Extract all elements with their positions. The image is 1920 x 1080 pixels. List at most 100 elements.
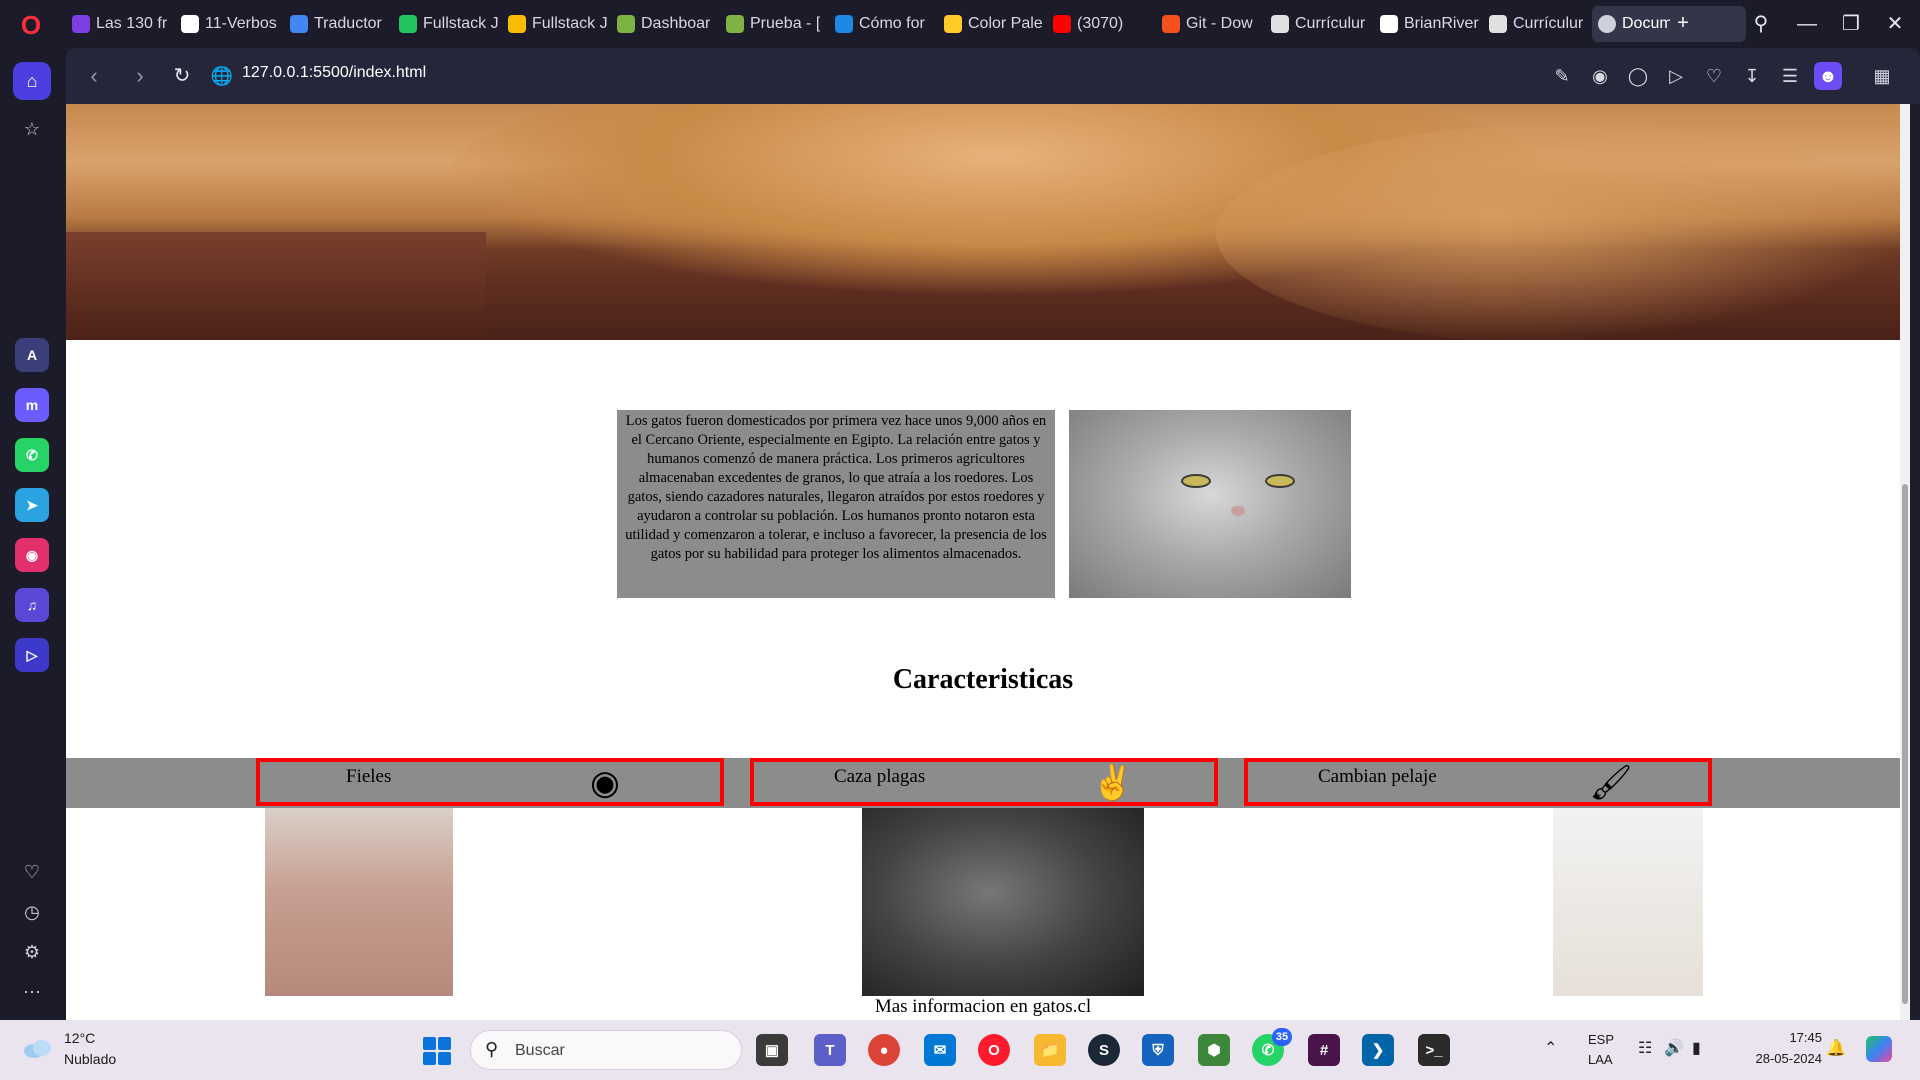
messenger-icon[interactable]: m — [15, 388, 49, 422]
volume-icon[interactable]: 🔊 — [1664, 1038, 1684, 1058]
aria-icon[interactable]: A — [15, 338, 49, 372]
browser-tab[interactable]: Color Pale — [938, 6, 1047, 42]
nodejs-icon[interactable]: ⬢ — [1198, 1034, 1230, 1066]
tab-favicon-icon — [726, 15, 744, 33]
forward-button[interactable]: › — [126, 62, 154, 90]
tab-favicon-icon — [1380, 15, 1398, 33]
active-browser-tab[interactable]: Document — [1592, 6, 1746, 42]
tab-favicon-icon — [944, 15, 962, 33]
opera-menu-icon[interactable]: O — [16, 10, 46, 40]
browser-tab[interactable]: Las 130 fr — [66, 6, 175, 42]
keyboard-layout[interactable]: LAA — [1588, 1052, 1613, 1067]
player-icon[interactable]: ▷ — [15, 638, 49, 672]
browser-tab[interactable]: Git - Dow — [1156, 6, 1265, 42]
hero-cat-image — [66, 104, 1900, 340]
weather-temperature[interactable]: 12°C — [64, 1030, 95, 1046]
browser-tab[interactable]: Currículur — [1265, 6, 1374, 42]
profile-icon[interactable]: ☻ — [1814, 62, 1842, 90]
close-window-button[interactable]: ✕ — [1880, 10, 1910, 38]
section-title: Caracteristicas — [892, 664, 1074, 695]
teams-icon[interactable]: T — [814, 1034, 846, 1066]
security-shield-icon[interactable]: ⛨ — [1142, 1034, 1174, 1066]
weather-description[interactable]: Nublado — [64, 1051, 116, 1067]
instagram-icon[interactable]: ◉ — [15, 538, 49, 572]
steam-icon[interactable]: S — [1088, 1034, 1120, 1066]
chrome-icon[interactable]: ● — [868, 1034, 900, 1066]
extensions-cube-icon[interactable]: ▦ — [1868, 62, 1896, 90]
windows-start-icon[interactable] — [423, 1037, 451, 1065]
snapshot-camera-icon[interactable]: ◉ — [1586, 62, 1614, 90]
easy-setup-icon[interactable]: ☰ — [1776, 62, 1804, 90]
edit-page-icon[interactable]: ✎ — [1548, 62, 1576, 90]
wifi-icon[interactable]: ☷ — [1638, 1038, 1652, 1058]
more-options-icon[interactable]: ⋯ — [13, 973, 51, 1011]
browser-tab[interactable]: BrianRiver — [1374, 6, 1483, 42]
taskbar-search-input[interactable]: ⚲ Buscar — [470, 1030, 742, 1070]
tab-label: Color Pale — [968, 15, 1043, 32]
site-info-globe-icon[interactable]: 🌐 — [208, 62, 236, 90]
settings-gear-icon[interactable]: ⚙ — [13, 933, 51, 971]
tab-label: Currículur — [1295, 15, 1366, 32]
copilot-icon[interactable] — [1866, 1036, 1892, 1062]
tab-globe-icon — [1598, 15, 1616, 33]
tab-label: Prueba - [ — [750, 15, 821, 32]
favorites-heart-icon[interactable]: ♡ — [13, 853, 51, 891]
new-tab-button[interactable]: + — [1670, 12, 1696, 36]
music-player-icon[interactable]: ♫ — [15, 588, 49, 622]
show-hidden-icons-chevron-icon[interactable]: ⌃ — [1544, 1038, 1557, 1058]
url-field[interactable]: 127.0.0.1:5500/index.html — [242, 64, 426, 82]
browser-tab[interactable]: Cómo for — [829, 6, 938, 42]
browser-tab[interactable]: Traductor — [284, 6, 393, 42]
opera-taskbar-icon[interactable]: O — [978, 1034, 1010, 1066]
battery-icon[interactable]: ▮ — [1692, 1038, 1701, 1058]
back-button[interactable]: ‹ — [80, 62, 108, 90]
history-clock-icon[interactable]: ◷ — [13, 893, 51, 931]
scrollbar-thumb[interactable] — [1902, 484, 1908, 1004]
browser-tab[interactable]: Fullstack J — [393, 6, 502, 42]
whatsapp-taskbar-icon[interactable]: ✆ 35 — [1252, 1028, 1292, 1066]
telegram-icon[interactable]: ➤ — [15, 488, 49, 522]
tab-label: Git - Dow — [1186, 15, 1253, 32]
task-view-icon[interactable]: ▣ — [756, 1034, 788, 1066]
adblocker-shield-icon[interactable]: ◯ — [1624, 62, 1652, 90]
browser-tab[interactable]: Fullstack J — [502, 6, 611, 42]
tab-favicon-icon — [617, 15, 635, 33]
mail-icon[interactable]: ✉ — [924, 1034, 956, 1066]
downloads-icon[interactable]: ↧ — [1738, 62, 1766, 90]
browser-tab[interactable]: 11-Verbos — [175, 6, 284, 42]
minimize-button[interactable]: — — [1792, 10, 1822, 38]
tab-label: Fullstack J — [532, 15, 608, 32]
tab-label: Las 130 fr — [96, 15, 168, 32]
slack-icon[interactable]: # — [1308, 1034, 1340, 1066]
cloud-weather-icon[interactable] — [22, 1036, 54, 1060]
tab-favicon-icon — [1489, 15, 1507, 33]
flow-send-icon[interactable]: ▷ — [1662, 62, 1690, 90]
page-viewport: Los gatos fueron domesticados por primer… — [66, 104, 1910, 1020]
tab-strip: O Las 130 fr 11-Verbos Traductor Fullstack … — [0, 0, 1920, 48]
keyboard-language[interactable]: ESP — [1588, 1032, 1614, 1047]
terminal-icon[interactable]: >_ — [1418, 1034, 1450, 1066]
pinboard-icon[interactable]: ☆ — [13, 110, 51, 148]
notifications-bell-icon[interactable]: 🔔 — [1826, 1038, 1846, 1058]
tab-label: BrianRiver — [1404, 15, 1479, 32]
clock-date[interactable]: 28-05-2024 — [1734, 1051, 1823, 1066]
browser-tab[interactable]: Currículur — [1483, 6, 1592, 42]
tab-favicon-icon — [1053, 15, 1071, 33]
whatsapp-icon[interactable]: ✆ — [15, 438, 49, 472]
browser-tab[interactable]: (3070) — [1047, 6, 1156, 42]
clock-time[interactable]: 17:45 — [1750, 1030, 1822, 1045]
whatsapp-unread-badge: 35 — [1272, 1028, 1292, 1046]
bookmark-heart-icon[interactable]: ♡ — [1700, 62, 1728, 90]
search-tabs-icon[interactable]: ⚲ — [1746, 10, 1776, 38]
browser-tab[interactable]: Dashboar — [611, 6, 720, 42]
vscode-icon[interactable]: ❯ — [1362, 1034, 1394, 1066]
maximize-button[interactable]: ❐ — [1836, 10, 1866, 38]
tab-favicon-icon — [1162, 15, 1180, 33]
reload-button[interactable]: ↻ — [168, 62, 196, 90]
file-explorer-icon[interactable]: 📁 — [1034, 1034, 1066, 1066]
tab-label: Cómo for — [859, 15, 925, 32]
intro-paragraph: Los gatos fueron domesticados por primer… — [617, 410, 1055, 598]
home-icon[interactable]: ⌂ — [13, 62, 51, 100]
page-scrollbar[interactable] — [1900, 104, 1910, 1020]
browser-tab[interactable]: Prueba - [ — [720, 6, 829, 42]
